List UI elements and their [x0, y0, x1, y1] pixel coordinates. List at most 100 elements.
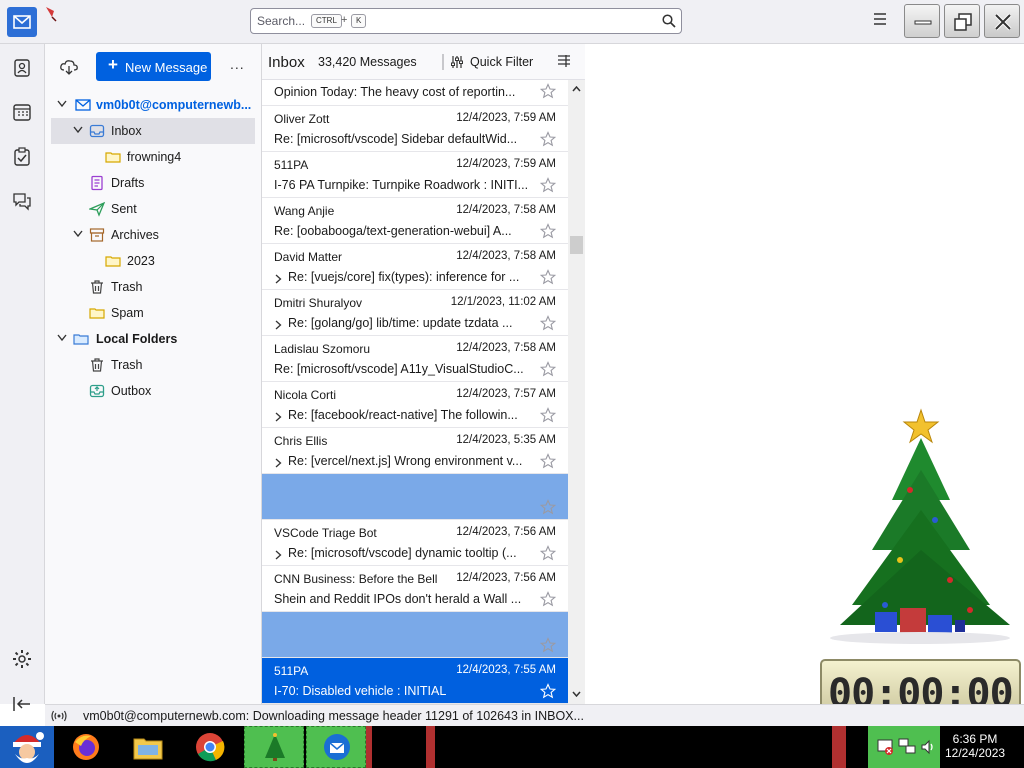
taskbar-chrome[interactable]: [188, 726, 232, 768]
star-icon[interactable]: [540, 683, 556, 699]
folder-sent[interactable]: Sent: [51, 196, 255, 222]
thread-chevron-right-icon[interactable]: [275, 550, 282, 560]
scroll-down-icon[interactable]: [572, 691, 581, 697]
address-book-icon[interactable]: [12, 58, 32, 78]
taskbar-thunderbird[interactable]: [306, 726, 366, 768]
folder-icon: [105, 152, 121, 163]
taskbar-clock[interactable]: 6:36 PM 12/24/2023: [945, 732, 1005, 760]
message-row[interactable]: 511PA 12/4/2023, 7:59 AM I-76 PA Turnpike:…: [262, 152, 568, 198]
message-row[interactable]: Nicola Corti 12/4/2023, 7:57 AM Re: [faceb…: [262, 382, 568, 428]
star-icon[interactable]: [540, 637, 556, 653]
message-subject: Re: [microsoft/vscode] A11y_VisualStudio…: [274, 362, 524, 376]
message-row[interactable]: Chris Ellis 12/4/2023, 5:35 AM Re: [vercel…: [262, 428, 568, 474]
thread-chevron-right-icon[interactable]: [275, 412, 282, 422]
folder-drafts[interactable]: Drafts: [51, 170, 255, 196]
message-list[interactable]: Opinion Today: The heavy cost of reporti…: [262, 80, 568, 704]
network-icon[interactable]: [898, 738, 916, 756]
settings-gear-icon[interactable]: [12, 649, 32, 669]
message-date: 12/4/2023, 7:59 AM: [456, 158, 556, 170]
file-explorer-icon: [133, 738, 163, 760]
star-icon[interactable]: [540, 591, 556, 607]
online-status-icon[interactable]: [51, 710, 67, 722]
restore-button[interactable]: [944, 4, 980, 38]
calendar-icon[interactable]: [12, 102, 32, 122]
message-subject: Opinion Today: The heavy cost of reporti…: [274, 85, 516, 99]
search-icon[interactable]: [662, 14, 676, 28]
folder-local-trash[interactable]: Trash: [51, 352, 255, 378]
message-row[interactable]: VSCode Triage Bot 12/4/2023, 7:56 AM Re: […: [262, 520, 568, 566]
folder-archives[interactable]: Archives: [51, 222, 255, 248]
new-message-button[interactable]: + New Message: [96, 52, 211, 81]
pin-icon: [46, 7, 57, 22]
folder-2023[interactable]: 2023: [51, 248, 255, 274]
scrollbar-thumb[interactable]: [570, 236, 583, 254]
message-row[interactable]: [262, 612, 568, 658]
message-row[interactable]: [262, 474, 568, 520]
outbox-icon: [89, 384, 105, 398]
quick-filter-button[interactable]: Quick Filter: [470, 55, 533, 69]
mail-icon: [13, 15, 31, 29]
message-row[interactable]: Ladislau Szomoru 12/4/2023, 7:58 AM Re: [m…: [262, 336, 568, 382]
mail-space-button[interactable]: [7, 7, 37, 37]
volume-icon[interactable]: [920, 739, 936, 755]
restore-icon: [954, 13, 972, 31]
get-messages-icon[interactable]: [60, 59, 78, 75]
taskbar-christmas-tree-app[interactable]: [244, 726, 304, 768]
star-icon[interactable]: [540, 361, 556, 377]
message-row[interactable]: Wang Anjie 12/4/2023, 7:58 AM Re: [oobaboo…: [262, 198, 568, 244]
message-row[interactable]: David Matter 12/4/2023, 7:58 AM Re: [vuejs…: [262, 244, 568, 290]
clock-date: 12/24/2023: [945, 746, 1006, 760]
scroll-up-icon[interactable]: [572, 86, 581, 92]
folder-pane-more-button[interactable]: ...: [230, 56, 245, 72]
star-icon[interactable]: [540, 499, 556, 515]
chevron-down-icon[interactable]: [57, 100, 67, 108]
taskbar-firefox[interactable]: [64, 726, 108, 768]
star-icon[interactable]: [540, 83, 556, 99]
network-warning-icon[interactable]: [876, 738, 894, 756]
minimize-button[interactable]: [904, 4, 940, 38]
star-icon[interactable]: [540, 269, 556, 285]
folder-outbox[interactable]: Outbox: [51, 378, 255, 404]
tasks-icon[interactable]: [12, 147, 32, 167]
taskbar: 6:36 PM 12/24/2023: [0, 726, 1024, 768]
message-row[interactable]: Opinion Today: The heavy cost of reporti…: [262, 80, 568, 106]
chat-icon[interactable]: [12, 191, 32, 211]
message-row[interactable]: Dmitri Shuralyov 12/1/2023, 11:02 AM Re: […: [262, 290, 568, 336]
thread-chevron-right-icon[interactable]: [275, 320, 282, 330]
star-icon[interactable]: [540, 315, 556, 331]
star-icon[interactable]: [540, 223, 556, 239]
message-row[interactable]: Oliver Zott 12/4/2023, 7:59 AM Re: [micros…: [262, 106, 568, 152]
start-button[interactable]: [0, 726, 54, 768]
chevron-down-icon[interactable]: [57, 334, 67, 342]
message-row[interactable]: CNN Business: Before the Bell 12/4/2023, …: [262, 566, 568, 612]
star-icon[interactable]: [540, 407, 556, 423]
message-date: 12/4/2023, 7:56 AM: [456, 572, 556, 584]
chevron-down-icon[interactable]: [73, 230, 83, 238]
close-button[interactable]: [984, 4, 1020, 38]
message-row[interactable]: 511PA 12/4/2023, 7:55 AM I-70: Disabled ve…: [262, 658, 568, 704]
folder-trash[interactable]: Trash: [51, 274, 255, 300]
star-icon[interactable]: [540, 131, 556, 147]
star-icon[interactable]: [540, 453, 556, 469]
folder-inbox[interactable]: Inbox: [51, 118, 255, 144]
app-menu-icon[interactable]: [872, 12, 888, 26]
quick-filter-icon[interactable]: [450, 55, 464, 69]
chevron-down-icon[interactable]: [73, 126, 83, 134]
taskbar-file-explorer[interactable]: [126, 726, 170, 768]
star-icon[interactable]: [540, 177, 556, 193]
thread-chevron-right-icon[interactable]: [275, 458, 282, 468]
message-date: 12/4/2023, 7:56 AM: [456, 526, 556, 538]
global-search-input[interactable]: Search... CTRL + K: [250, 8, 682, 34]
folder-account[interactable]: vm0b0t@computernewb...: [51, 92, 255, 118]
folder-frowning4[interactable]: frowning4: [51, 144, 255, 170]
message-list-scrollbar[interactable]: [568, 80, 585, 704]
star-icon[interactable]: [540, 545, 556, 561]
display-options-icon[interactable]: [557, 54, 571, 68]
collapse-toolbar-icon[interactable]: [12, 694, 32, 714]
folder-local-folders[interactable]: Local Folders: [51, 326, 255, 352]
clock-time: 6:36 PM: [952, 732, 998, 746]
folder-spam[interactable]: Spam: [51, 300, 255, 326]
tree-icon: [265, 733, 285, 761]
thread-chevron-right-icon[interactable]: [275, 274, 282, 284]
folder-pane: + New Message ... vm0b0t@computernewb...…: [45, 44, 262, 704]
